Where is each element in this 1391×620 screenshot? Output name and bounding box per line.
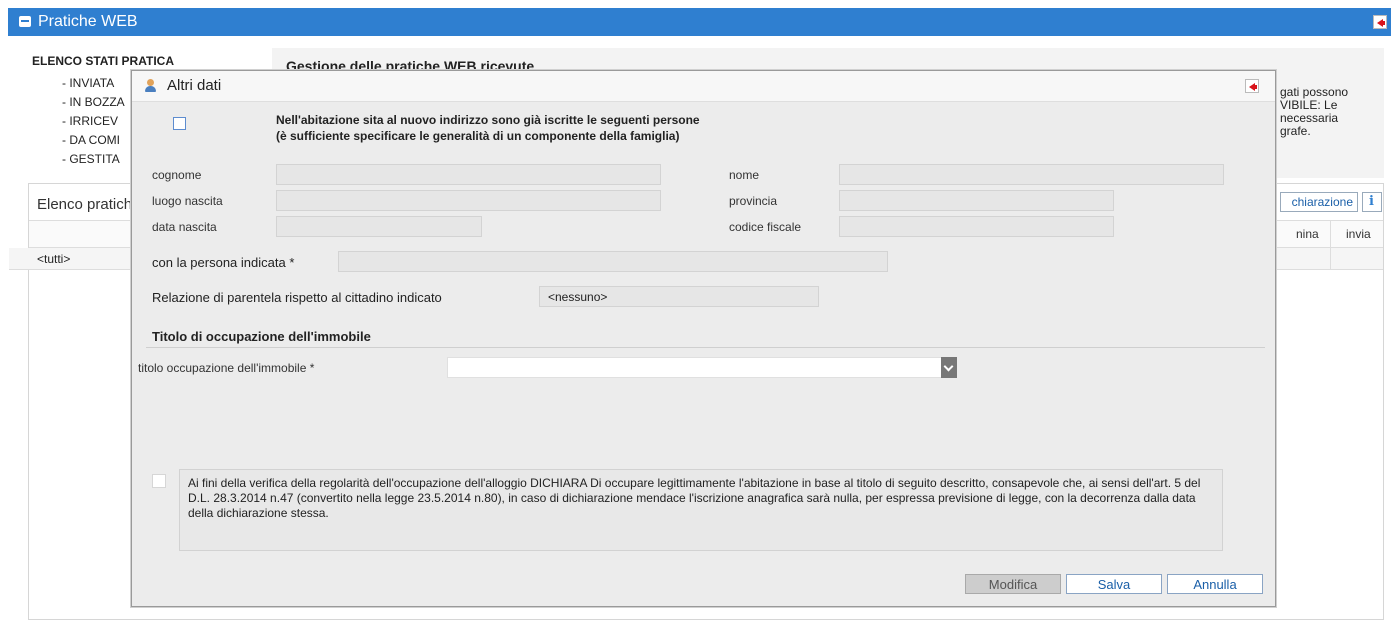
provincia-label: provincia [729,194,778,208]
practice-list-title: Elenco pratich [37,196,133,213]
cognome-field[interactable] [276,164,661,185]
dialog-title-bar: Altri dati [132,71,1275,102]
person-icon [144,79,158,93]
declaration-checkbox[interactable] [152,474,166,488]
status-list: INVIATA IN BOZZA IRRICEV DA COMI GESTITA [62,74,125,169]
status-item: IN BOZZA [62,93,124,112]
provincia-field[interactable] [839,190,1114,211]
dichiarazione-button[interactable]: chiarazione [1280,192,1358,212]
section-divider [146,347,1265,348]
luogo-nascita-field[interactable] [276,190,661,211]
status-list-header: ELENCO STATI PRATICA [32,54,174,68]
nome-label: nome [729,168,760,182]
close-dialog-icon[interactable] [1245,79,1259,93]
altri-dati-dialog: Altri dati Nell'abitazione sita al nuovo… [131,70,1276,607]
occupation-select-label: titolo occupazione dell'immobile * [138,361,315,375]
relazione-field[interactable]: <nessuno> [539,286,819,307]
info-panel-text: gati possono VIBILE: Le necessaria grafe… [1280,86,1380,138]
persons-present-checkbox[interactable] [173,117,186,130]
annulla-button[interactable]: Annulla [1167,574,1263,594]
column-header-esamina: nina [1296,227,1319,241]
occupation-section-title: Titolo di occupazione dell'immobile [152,329,371,344]
declaration-text: Ai fini della verifica della regolarità … [179,469,1223,551]
status-item: DA COMI [62,131,125,150]
persona-indicata-label: con la persona indicata * [152,255,295,270]
filter-value[interactable]: <tutti> [37,252,70,266]
persons-section-line2: (è sufficiente specificare le generalità… [276,129,680,143]
column-divider [1330,220,1331,270]
luogo-nascita-label: luogo nascita [152,194,223,208]
app-title-bar: Pratiche WEB [8,8,1391,36]
status-item: GESTITA [62,150,125,169]
persons-section-line1: Nell'abitazione sita al nuovo indirizzo … [276,113,700,127]
cognome-label: cognome [152,168,202,182]
codice-fiscale-label: codice fiscale [729,220,802,234]
data-nascita-field[interactable] [276,216,482,237]
status-item: IRRICEV [62,112,125,131]
occupation-select[interactable] [447,357,957,378]
info-icon[interactable] [1362,192,1382,212]
data-nascita-label: data nascita [152,220,217,234]
app-title: Pratiche WEB [38,13,138,30]
nome-field[interactable] [839,164,1224,185]
modifica-button[interactable]: Modifica [965,574,1061,594]
status-item: INVIATA [62,74,125,93]
dialog-title: Altri dati [167,77,222,94]
codice-fiscale-field[interactable] [839,216,1114,237]
persona-indicata-field[interactable] [338,251,888,272]
info-text-line: grafe. [1280,124,1311,138]
chevron-down-icon[interactable] [941,357,957,378]
window-icon [19,16,31,27]
salva-button[interactable]: Salva [1066,574,1162,594]
column-header-invia: invia [1346,227,1371,241]
close-app-icon[interactable] [1373,15,1387,29]
relazione-label: Relazione di parentela rispetto al citta… [152,290,442,305]
